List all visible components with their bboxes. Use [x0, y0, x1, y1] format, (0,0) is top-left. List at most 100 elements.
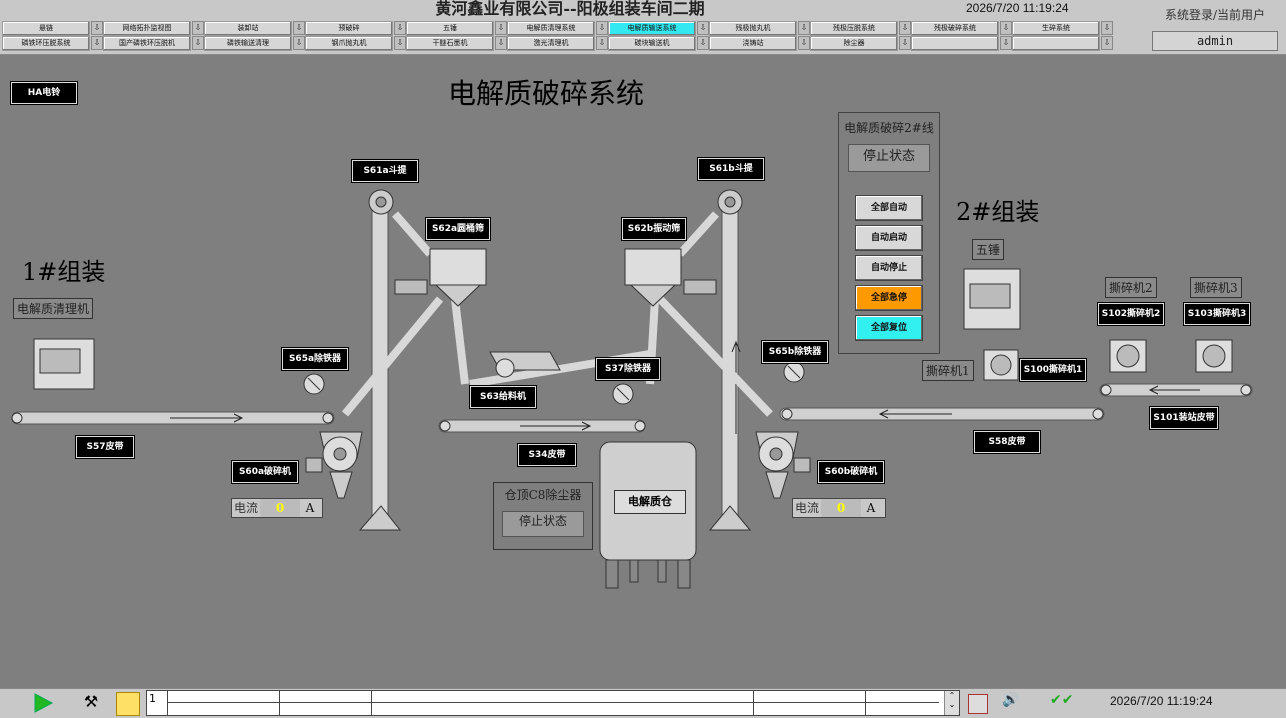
nav-item[interactable]: 国产磷铁环压脱机 ⇩: [103, 35, 204, 51]
nav-dropdown-icon[interactable]: ⇩: [495, 36, 507, 50]
nav-dropdown-icon[interactable]: ⇩: [1000, 36, 1012, 50]
label-s65b[interactable]: S65b除铁器: [762, 341, 828, 363]
nav-item-label[interactable]: [1012, 35, 1100, 51]
iron-remover-s65a[interactable]: [303, 373, 325, 395]
notes-icon[interactable]: [116, 692, 140, 716]
nav-item[interactable]: 碳块输送机 ⇩: [608, 35, 709, 51]
label-s34[interactable]: S34皮带: [518, 444, 576, 466]
nav-item-label[interactable]: [911, 35, 999, 51]
label-s58[interactable]: S58皮带: [974, 431, 1040, 453]
label-s103[interactable]: S103撕碎机3: [1184, 303, 1250, 325]
label-s63[interactable]: S63给料机: [470, 386, 536, 408]
nav-item-label[interactable]: 预破碎: [305, 20, 393, 36]
nav-dropdown-icon[interactable]: ⇩: [192, 36, 204, 50]
nav-dropdown-icon[interactable]: ⇩: [1101, 36, 1113, 50]
login-label[interactable]: 系统登录/当前用户: [1150, 6, 1280, 23]
nav-dropdown-icon[interactable]: ⇩: [91, 21, 103, 35]
label-s62b[interactable]: S62b振动筛: [622, 218, 686, 240]
label-s37[interactable]: S37除铁器: [596, 358, 660, 380]
control-button[interactable]: 自动停止: [855, 255, 923, 281]
nav-item-label[interactable]: 磷铁环压脱系统: [2, 35, 90, 51]
belt-s57[interactable]: [11, 411, 335, 425]
nav-item[interactable]: 除尘器 ⇩: [810, 35, 911, 51]
silo-label[interactable]: 电解质仓: [614, 490, 686, 514]
nav-dropdown-icon[interactable]: ⇩: [91, 36, 103, 50]
nav-item[interactable]: 残极压脱系统 ⇩: [810, 20, 911, 36]
nav-item-label[interactable]: 钢爪抛丸机: [305, 35, 393, 51]
alarm-list-icon[interactable]: [968, 694, 988, 714]
label-s57[interactable]: S57皮带: [76, 436, 134, 458]
nav-item[interactable]: 网络拓扑监视图 ⇩: [103, 20, 204, 36]
nav-item[interactable]: 电解质清理系统 ⇩: [507, 20, 608, 36]
label-s61a[interactable]: S61a斗提: [352, 160, 418, 182]
nav-item-label[interactable]: 网络拓扑监视图: [103, 20, 191, 36]
belt-s58[interactable]: [779, 407, 1105, 421]
nav-item[interactable]: 残极抛丸机 ⇩: [709, 20, 810, 36]
control-button[interactable]: 全部自动: [855, 195, 923, 221]
nav-dropdown-icon[interactable]: ⇩: [596, 36, 608, 50]
nav-item-label[interactable]: 电解质清理系统: [507, 20, 595, 36]
label-s60a[interactable]: S60a破碎机: [232, 461, 298, 483]
current-user[interactable]: admin: [1152, 31, 1278, 51]
label-s102[interactable]: S102撕碎机2: [1098, 303, 1164, 325]
shredder-1[interactable]: [983, 349, 1019, 381]
crusher-s60a[interactable]: [305, 431, 363, 499]
label-s62a[interactable]: S62a圆桶筛: [426, 218, 490, 240]
nav-dropdown-icon[interactable]: ⇩: [697, 21, 709, 35]
label-s100[interactable]: S100撕碎机1: [1020, 359, 1086, 381]
label-s60b[interactable]: S60b破碎机: [818, 461, 884, 483]
acknowledge-icon[interactable]: ✔✔: [1050, 692, 1080, 712]
nav-item-label[interactable]: 磷铁输送清理: [204, 35, 292, 51]
nav-dropdown-icon[interactable]: ⇩: [1000, 21, 1012, 35]
nav-item[interactable]: 残极破碎系统 ⇩: [911, 20, 1012, 36]
iron-remover-s65b[interactable]: [783, 361, 805, 383]
nav-dropdown-icon[interactable]: ⇩: [798, 36, 810, 50]
label-s101[interactable]: S101装站皮带: [1150, 407, 1218, 429]
nav-item[interactable]: 干醚石墨机 ⇩: [406, 35, 507, 51]
control-button[interactable]: 全部急停: [855, 285, 923, 311]
nav-dropdown-icon[interactable]: ⇩: [798, 21, 810, 35]
nav-item-label[interactable]: 激光清理机: [507, 35, 595, 51]
tools-icon[interactable]: ⚒: [80, 692, 102, 714]
nav-item[interactable]: 生碎系统 ⇩: [1012, 20, 1113, 36]
belt-s101[interactable]: [1099, 383, 1253, 397]
shredder-2[interactable]: [1109, 339, 1147, 373]
nav-dropdown-icon[interactable]: ⇩: [192, 21, 204, 35]
iron-remover-s37[interactable]: [612, 383, 634, 405]
nav-item[interactable]: ⇩: [1012, 35, 1113, 51]
nav-item[interactable]: 悬链 ⇩: [2, 20, 103, 36]
nav-item-label[interactable]: 干醚石墨机: [406, 35, 494, 51]
nav-dropdown-icon[interactable]: ⇩: [293, 36, 305, 50]
table-scrollbar[interactable]: ⌃ ⌄: [944, 691, 959, 715]
silo-tank[interactable]: [599, 441, 697, 589]
nav-item-label[interactable]: 残极压脱系统: [810, 20, 898, 36]
screen-s62b[interactable]: [624, 248, 717, 307]
nav-item[interactable]: 电解质输送系统 ⇩: [608, 20, 709, 36]
nav-dropdown-icon[interactable]: ⇩: [596, 21, 608, 35]
nav-item-label[interactable]: 残极破碎系统: [911, 20, 999, 36]
shredder-3[interactable]: [1195, 339, 1233, 373]
nav-item-label[interactable]: 除尘器: [810, 35, 898, 51]
nav-dropdown-icon[interactable]: ⇩: [899, 36, 911, 50]
nav-item-label[interactable]: 五锤: [406, 20, 494, 36]
nav-item-label[interactable]: 悬链: [2, 20, 90, 36]
nav-item[interactable]: 激光清理机 ⇩: [507, 35, 608, 51]
crusher-s60b[interactable]: [755, 431, 811, 499]
nav-dropdown-icon[interactable]: ⇩: [394, 36, 406, 50]
nav-item[interactable]: 浇铸站 ⇩: [709, 35, 810, 51]
belt-s34[interactable]: [438, 419, 646, 433]
screen-s62a[interactable]: [394, 248, 487, 307]
five-hammer-machine[interactable]: [963, 268, 1021, 330]
sound-icon[interactable]: 🔊: [1002, 692, 1036, 712]
nav-item[interactable]: 磷铁输送清理 ⇩: [204, 35, 305, 51]
alarm-table[interactable]: 1 ⌃ ⌄: [146, 690, 960, 716]
nav-item[interactable]: 预破碎 ⇩: [305, 20, 406, 36]
nav-item[interactable]: 装卸站 ⇩: [204, 20, 305, 36]
nav-item[interactable]: 钢爪抛丸机 ⇩: [305, 35, 406, 51]
cleaner-machine[interactable]: [33, 338, 95, 390]
nav-dropdown-icon[interactable]: ⇩: [495, 21, 507, 35]
label-s61b[interactable]: S61b斗提: [698, 158, 764, 180]
label-s65a[interactable]: S65a除铁器: [282, 348, 348, 370]
nav-item-label[interactable]: 碳块输送机: [608, 35, 696, 51]
control-button[interactable]: 自动启动: [855, 225, 923, 251]
